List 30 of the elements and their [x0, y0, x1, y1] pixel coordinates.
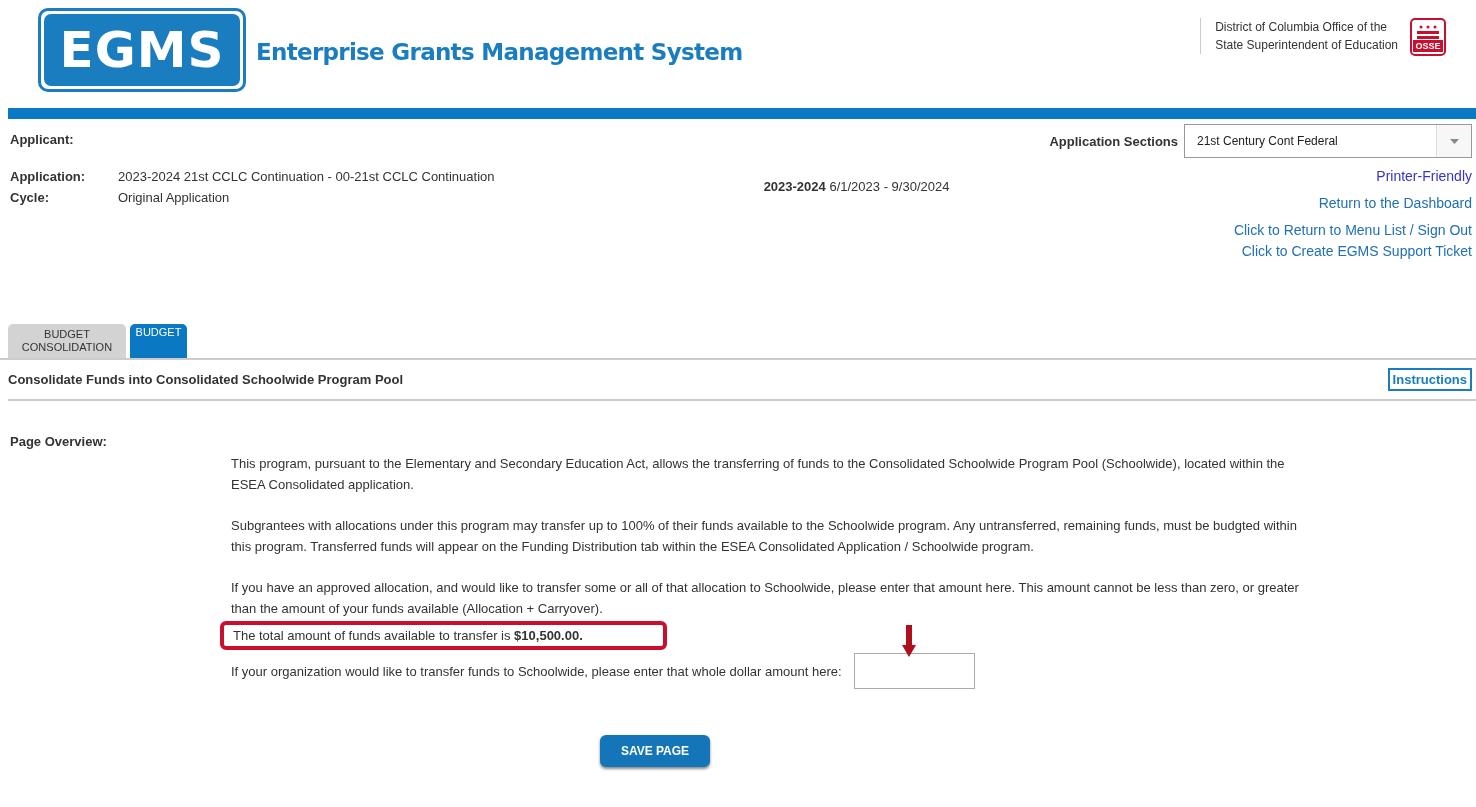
nav-link[interactable]: Click to Create EGMS Support Ticket — [1241, 241, 1472, 262]
overview-label: Page Overview: — [9, 433, 108, 449]
nav-link[interactable]: Click to Return to Menu List / Sign Out — [1233, 220, 1472, 241]
transfer-label: If your organization would like to transfer funds to Schoolwide, please enter that whole dollar amount here: — [231, 662, 842, 681]
amount-field[interactable] — [853, 653, 975, 689]
field-value: 2023-2024 21st CCLC Continuation - 00-21st CCLC Continuation — [118, 168, 495, 186]
egms-logo: EGMS — [38, 8, 246, 92]
section-title: Consolidate Funds into Consolidated Schoolwide Program Pool — [8, 372, 404, 387]
caret-icon — [1449, 138, 1459, 144]
save-button[interactable]: SAVE PAGE — [600, 735, 710, 767]
field-label: Applicant: — [10, 131, 75, 149]
nav-link[interactable]: Return to the Dashboard — [1318, 193, 1472, 214]
site-title: Enterprise Grants Management System — [256, 39, 743, 65]
agency-name: District of Columbia Office of the State Superintendent of Education — [1200, 18, 1398, 54]
period-dates: 2023-2024 6/1/2023 - 9/30/2024 — [763, 178, 950, 196]
paragraph: If you have an approved allocation, and would like to transfer some or all of that allocation to Schoolwide, please enter that amount here. This amount cannot be less than zero, or greater than the amount of your funds available (Allocation + Carryover). — [231, 579, 1299, 618]
field-label: Cycle: — [10, 189, 51, 207]
paragraph: This program, pursuant to the Elementary and Secondary Education Act, allows the transferring of funds to the Consolidated Schoolwide Program Pool (Schoolwide), located within the ESEA Consolidated application. — [231, 455, 1286, 494]
field-label: Application: — [10, 168, 87, 186]
instructions-button[interactable]: Instructions — [1387, 368, 1472, 391]
paragraph: Subgrantees with allocations under this program may transfer up to 100% of their funds available to the Schoolwide program. Any untransferred, remaining funds, must be budgted within this program. Transferred funds will appear on the Funding Distribution tab within the ESEA Consolidated Application / Schoolwide program. — [231, 517, 1298, 556]
tab[interactable]: BUDGET CONSOLIDATION — [8, 324, 126, 358]
tab[interactable]: BUDGET — [130, 324, 187, 358]
field-label: Application Sections — [1049, 132, 1178, 151]
nav-link[interactable]: Printer-Friendly — [1376, 166, 1472, 187]
arrow-icon — [901, 625, 916, 657]
osse-logo: OSSE — [1410, 18, 1446, 56]
funds-total: The total amount of funds available to transfer is $10,500.00. — [220, 621, 667, 650]
field-value: Original Application — [118, 189, 230, 207]
sections-dropdown[interactable]: 21st Century Cont Federal — [1184, 124, 1472, 158]
